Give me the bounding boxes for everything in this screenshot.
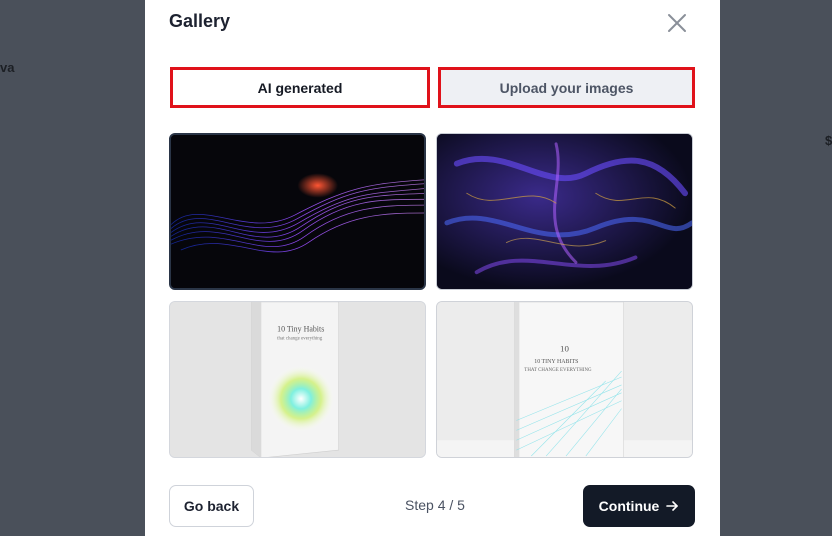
arrow-right-icon <box>665 499 679 513</box>
tab-upload-images[interactable]: Upload your images <box>438 67 695 108</box>
gallery-image-cosmic-marble[interactable] <box>436 133 693 290</box>
gallery-image-book-grid[interactable]: 10 10 TINY HABITS THAT CHANGE EVERYTHING <box>436 301 693 458</box>
cover-subtitle-1: that change everything <box>277 337 323 342</box>
cover-subtitle-2: THAT CHANGE EVERYTHING <box>524 368 592 373</box>
cover-title-1: 10 Tiny Habits <box>277 325 324 334</box>
tab-ai-generated[interactable]: AI generated <box>170 67 430 108</box>
gallery-image-purple-wave[interactable] <box>169 133 426 290</box>
go-back-button[interactable]: Go back <box>169 485 254 527</box>
continue-label: Continue <box>598 498 660 514</box>
step-indicator: Step 4 / 5 <box>405 497 465 513</box>
cover-number: 10 <box>560 343 569 353</box>
background-text-right: $ <box>825 133 832 148</box>
cover-title-2: 10 TINY HABITS <box>534 359 578 365</box>
modal-title: Gallery <box>169 11 231 31</box>
close-icon[interactable] <box>663 9 691 37</box>
continue-button[interactable]: Continue <box>583 485 695 527</box>
background-text-left: va <box>0 60 15 75</box>
gallery-image-book-radiant[interactable]: 10 Tiny Habits that change everything <box>169 301 426 458</box>
gallery-modal: Gallery AI generated Upload your images <box>145 0 720 536</box>
